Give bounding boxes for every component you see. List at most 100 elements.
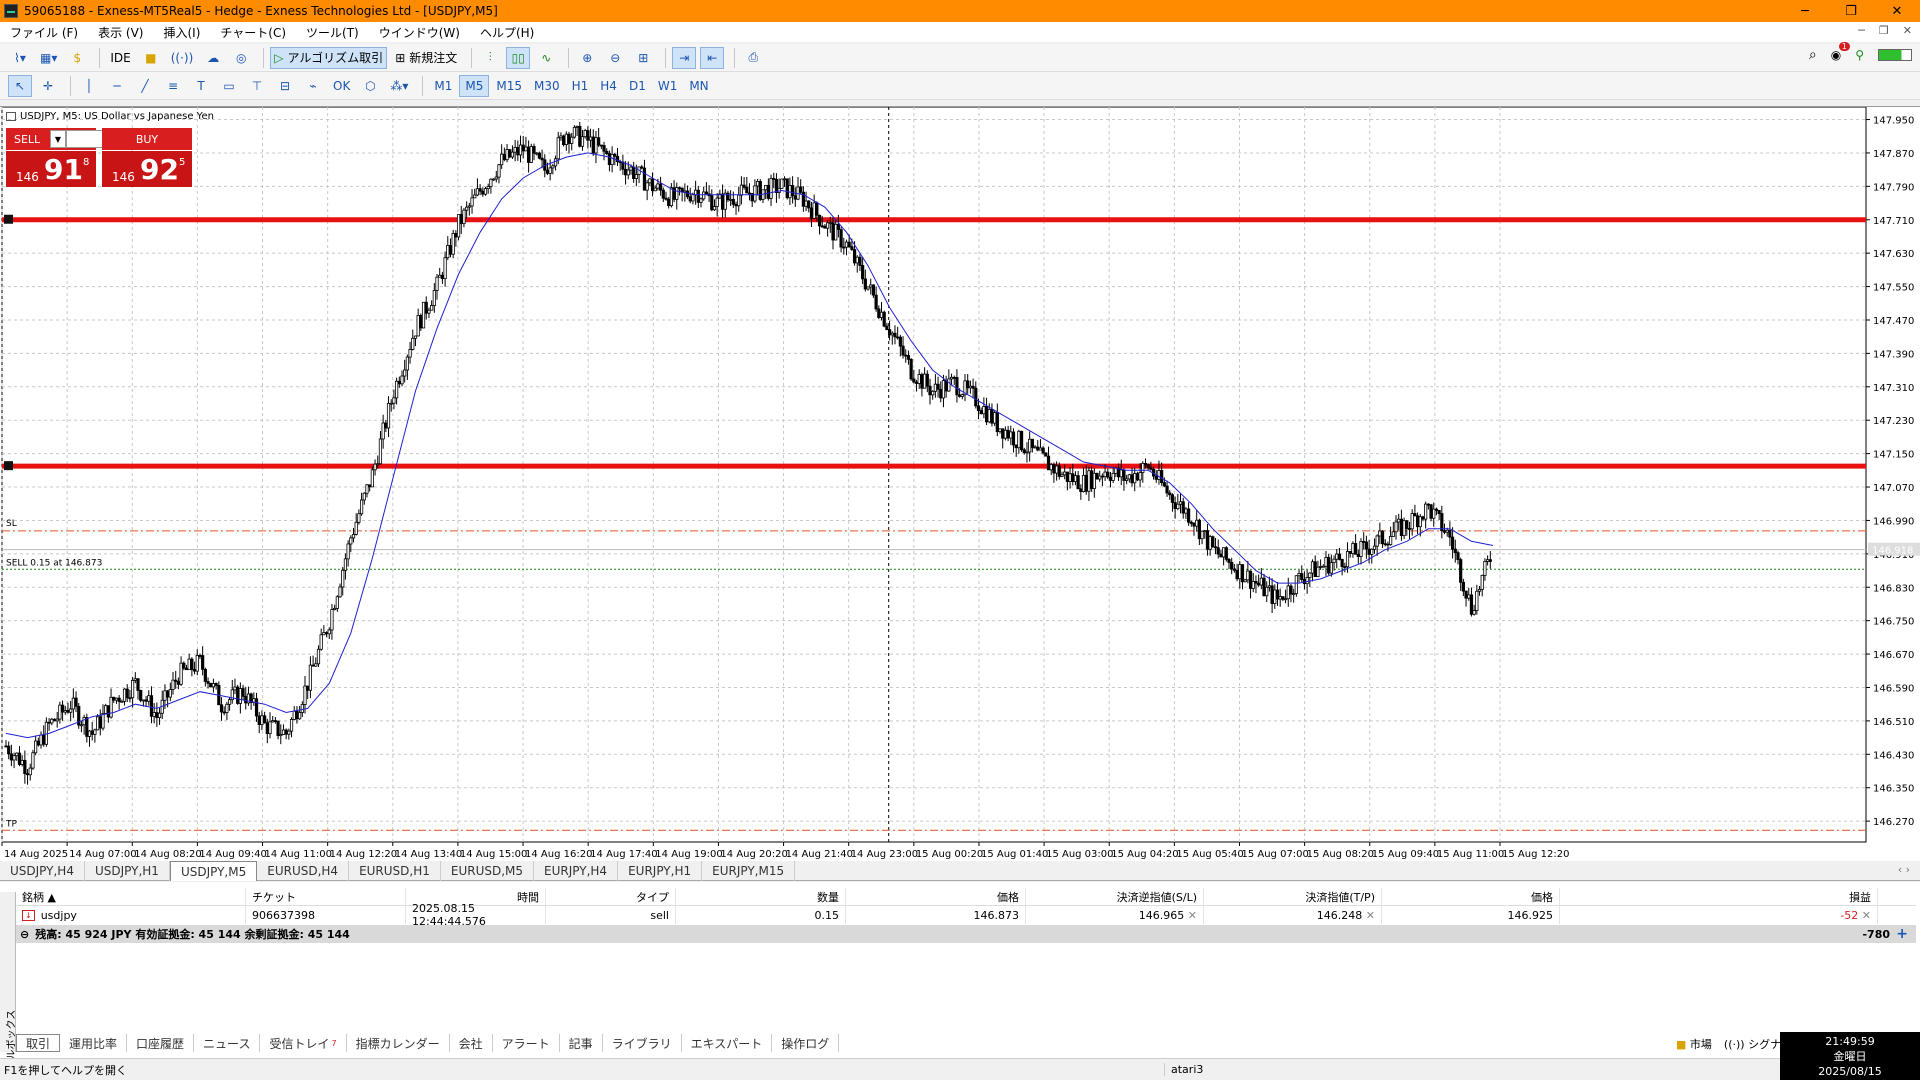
market-icon[interactable]: $ bbox=[65, 47, 89, 69]
menu-insert[interactable]: 挿入(I) bbox=[153, 24, 210, 41]
profiles-icon[interactable]: ▦▾ bbox=[36, 47, 61, 69]
col-symbol[interactable]: 銘柄 ▲ bbox=[16, 888, 246, 906]
connection-icon[interactable]: ⚲ bbox=[1855, 48, 1864, 62]
tab-exposure[interactable]: 運用比率 bbox=[60, 1034, 128, 1052]
candlestick-icon[interactable]: ▯▯ bbox=[506, 46, 531, 69]
search-icon[interactable]: ⌕ bbox=[1809, 47, 1817, 63]
col-sl[interactable]: 決済逆指値(S/L) bbox=[1026, 888, 1204, 906]
vertical-line-icon[interactable]: │ bbox=[77, 75, 101, 97]
tab-eurjpy-h4[interactable]: EURJPY,H4 bbox=[534, 861, 619, 881]
screenshot-icon[interactable]: ⎙ bbox=[741, 47, 765, 69]
menu-view[interactable]: 表示 (V) bbox=[88, 24, 153, 41]
col-ticket[interactable]: チケット bbox=[246, 888, 406, 906]
tf-h4[interactable]: H4 bbox=[595, 75, 622, 97]
tab-journal[interactable]: 操作ログ bbox=[772, 1034, 840, 1052]
notifications-icon[interactable]: ◉ 1 bbox=[1831, 42, 1850, 62]
price-chart[interactable]: 147.950 147.870 147.790 147.710 147.630 147.5… bbox=[0, 107, 1920, 862]
tf-m15[interactable]: M15 bbox=[491, 75, 527, 97]
remove-sl-icon[interactable]: ✕ bbox=[1188, 909, 1197, 922]
indicator-icon[interactable]: ⌁ bbox=[301, 75, 325, 97]
tab-usdjpy-h4[interactable]: USDJPY,H4 bbox=[0, 861, 85, 881]
tf-w1[interactable]: W1 bbox=[653, 75, 683, 97]
line-chart-icon[interactable]: ∿ bbox=[534, 47, 558, 69]
cursor-icon[interactable]: ↖ bbox=[8, 74, 32, 97]
channel-icon[interactable]: ≡ bbox=[161, 75, 185, 97]
tf-m5[interactable]: M5 bbox=[459, 74, 490, 97]
buy-price[interactable]: 146 92 5 bbox=[102, 151, 192, 187]
col-tp[interactable]: 決済指値(T/P) bbox=[1204, 888, 1382, 906]
ide-button[interactable]: IDE bbox=[106, 47, 134, 69]
bag-icon[interactable]: ■ bbox=[139, 47, 163, 69]
mdi-restore-icon[interactable]: ❐ bbox=[1879, 24, 1889, 37]
remove-tp-icon[interactable]: ✕ bbox=[1366, 909, 1375, 922]
menu-tools[interactable]: ツール(T) bbox=[296, 24, 369, 41]
tab-calendar[interactable]: 指標カレンダー bbox=[347, 1034, 450, 1052]
tf-d1[interactable]: D1 bbox=[624, 75, 651, 97]
tf-h1[interactable]: H1 bbox=[567, 75, 594, 97]
market-button[interactable]: ■ 市場 bbox=[1676, 1036, 1712, 1052]
vps-icon[interactable]: ☁ bbox=[201, 47, 225, 69]
close-button[interactable]: ✕ bbox=[1874, 0, 1920, 22]
ok-icon[interactable]: OK bbox=[329, 75, 354, 97]
col-price[interactable]: 価格 bbox=[846, 888, 1026, 906]
trendline-icon[interactable]: ╱ bbox=[133, 75, 157, 97]
zoom-out-icon[interactable]: ⊖ bbox=[603, 47, 627, 69]
sell-price[interactable]: 146 91 8 bbox=[6, 151, 96, 187]
tab-eurusd-h1[interactable]: EURUSD,H1 bbox=[349, 861, 441, 881]
tab-experts[interactable]: エキスパート bbox=[682, 1034, 773, 1052]
tab-history[interactable]: 口座履歴 bbox=[127, 1034, 195, 1052]
bar-chart-icon[interactable]: ⫶ bbox=[478, 47, 502, 69]
col-profit[interactable]: 損益 bbox=[1560, 888, 1878, 906]
collapse-icon[interactable]: ⊖ bbox=[20, 928, 29, 941]
mdi-minimize-icon[interactable]: ─ bbox=[1858, 24, 1865, 37]
tf-m30[interactable]: M30 bbox=[529, 75, 565, 97]
lot-down-icon[interactable]: ▼ bbox=[50, 130, 66, 148]
tf-mn[interactable]: MN bbox=[684, 75, 713, 97]
add-icon[interactable]: + bbox=[1896, 926, 1908, 942]
label-icon[interactable]: ⊟ bbox=[273, 75, 297, 97]
profile-name[interactable]: atari3 bbox=[1164, 1063, 1203, 1076]
rectangle-icon[interactable]: ▭ bbox=[217, 75, 241, 97]
close-position-icon[interactable]: ✕ bbox=[1862, 909, 1871, 922]
zoom-in-icon[interactable]: ⊕ bbox=[575, 47, 599, 69]
minimize-button[interactable]: ─ bbox=[1782, 0, 1828, 22]
tab-mailbox[interactable]: 受信トレイ 7 bbox=[260, 1034, 347, 1052]
globe-icon[interactable]: ◎ bbox=[229, 47, 253, 69]
new-order-button[interactable]: ⊞ 新規注文 bbox=[391, 47, 461, 69]
tile-windows-icon[interactable]: ⊞ bbox=[631, 47, 655, 69]
tabs-scroll-icon[interactable]: ‹ › bbox=[1898, 863, 1910, 876]
tab-trade[interactable]: 取引 bbox=[16, 1034, 61, 1052]
signals-icon[interactable]: ((·)) bbox=[167, 47, 198, 69]
row-sl[interactable]: 146.965 ✕ bbox=[1026, 906, 1204, 924]
menu-help[interactable]: ヘルプ(H) bbox=[470, 24, 544, 41]
menu-file[interactable]: ファイル (F) bbox=[0, 24, 88, 41]
text-label-icon[interactable]: ⊤ bbox=[245, 75, 269, 97]
row-tp[interactable]: 146.248 ✕ bbox=[1204, 906, 1382, 924]
tab-library[interactable]: ライブラリ bbox=[603, 1034, 682, 1052]
text-icon[interactable]: T bbox=[189, 75, 213, 97]
col-type[interactable]: タイプ bbox=[546, 888, 676, 906]
objects-icon[interactable]: ⁂▾ bbox=[386, 75, 412, 97]
tab-eurusd-h4[interactable]: EURUSD,H4 bbox=[257, 861, 350, 881]
autoscroll-icon[interactable]: ⇥ bbox=[672, 46, 697, 69]
mdi-close-icon[interactable]: ✕ bbox=[1903, 24, 1912, 37]
shapes-icon[interactable]: ⬡ bbox=[358, 75, 382, 97]
algo-trading-button[interactable]: ▷ アルゴリズム取引 bbox=[270, 46, 388, 69]
tab-eurusd-m5[interactable]: EURUSD,M5 bbox=[441, 861, 535, 881]
tab-news[interactable]: ニュース bbox=[194, 1034, 261, 1052]
crosshair-icon[interactable]: ✛ bbox=[36, 75, 60, 97]
col-current-price[interactable]: 価格 bbox=[1382, 888, 1560, 906]
chart-type-icon[interactable]: ⌇▾ bbox=[8, 47, 32, 69]
col-volume[interactable]: 数量 bbox=[676, 888, 846, 906]
tab-usdjpy-m5[interactable]: USDJPY,M5 bbox=[169, 861, 258, 881]
tab-alerts[interactable]: アラート bbox=[493, 1034, 560, 1052]
buy-button[interactable]: BUY bbox=[102, 128, 192, 150]
tf-m1[interactable]: M1 bbox=[429, 75, 457, 97]
tab-articles[interactable]: 記事 bbox=[560, 1034, 603, 1052]
tab-company[interactable]: 会社 bbox=[450, 1034, 493, 1052]
chart-window[interactable]: 147.950 147.870 147.790 147.710 147.630 147.5… bbox=[0, 106, 1920, 861]
horizontal-line-icon[interactable]: ─ bbox=[105, 75, 129, 97]
table-row[interactable]: ↓ usdjpy 906637398 2025.08.15 12:44:44.57… bbox=[16, 902, 1916, 928]
menu-window[interactable]: ウインドウ(W) bbox=[369, 24, 470, 41]
tab-eurjpy-m15[interactable]: EURJPY,M15 bbox=[702, 861, 796, 881]
